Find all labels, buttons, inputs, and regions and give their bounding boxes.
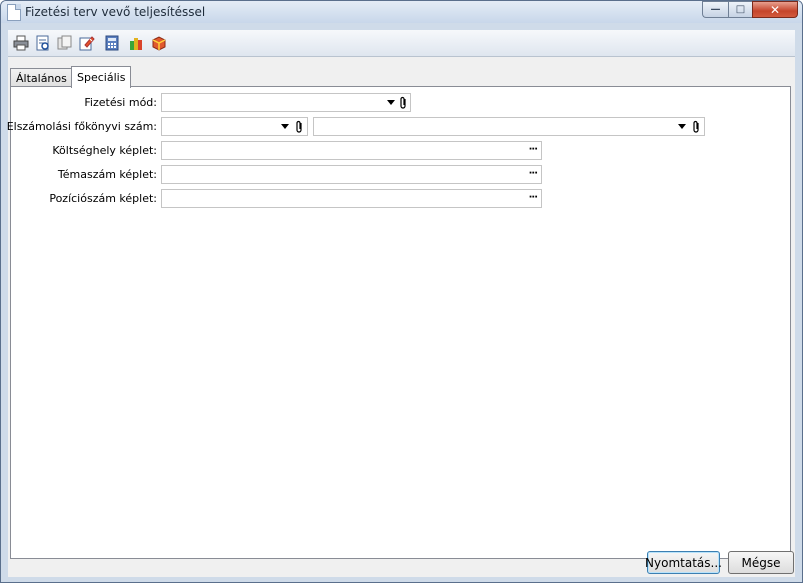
pozicioszam-input[interactable]: ··· — [161, 189, 542, 208]
calculator-icon[interactable] — [104, 35, 120, 51]
fokonyvi-szam-combobox[interactable] — [161, 117, 308, 136]
print-button[interactable]: Nyomtatás... — [645, 551, 722, 574]
stack-icon[interactable] — [128, 35, 144, 51]
chevron-down-icon[interactable] — [678, 124, 686, 129]
app-window: Fizetési terv vevő teljesítéssel — □ ✕ Á… — [0, 0, 803, 583]
printer-icon[interactable] — [13, 35, 29, 51]
close-button[interactable]: ✕ — [752, 1, 798, 18]
copy-icon[interactable] — [57, 35, 73, 51]
cancel-button[interactable]: Mégse — [728, 551, 794, 574]
edit-icon[interactable] — [79, 35, 95, 51]
window-title: Fizetési terv vevő teljesítéssel — [25, 5, 206, 19]
paperclip-icon[interactable] — [295, 120, 304, 134]
fizetesi-mod-label: Fizetési mód: — [84, 96, 157, 109]
temaszam-input[interactable]: ··· — [161, 165, 542, 184]
paperclip-icon[interactable] — [692, 120, 701, 134]
fizetesi-mod-combobox[interactable] — [161, 93, 411, 112]
client-area: Általános Speciális Fizetési mód: Elszám… — [6, 30, 795, 577]
tab-altalanos[interactable]: Általános — [10, 68, 72, 87]
koltseghely-label: Költséghely képlet: — [52, 144, 157, 157]
fokonyvi-szam-label: Elszámolási főkönyvi szám: — [6, 120, 157, 133]
toolbar — [8, 30, 795, 57]
temaszam-label: Témaszám képlet: — [57, 168, 157, 181]
chevron-down-icon[interactable] — [387, 100, 395, 105]
title-bar[interactable]: Fizetési terv vevő teljesítéssel — □ ✕ — [1, 1, 802, 23]
pozicioszam-label: Pozíciószám képlet: — [49, 192, 157, 205]
tab-panel-specialis: Fizetési mód: Elszámolási főkönyvi szám:… — [6, 86, 791, 559]
ellipsis-button[interactable]: ··· — [529, 144, 538, 155]
document-icon — [7, 4, 21, 21]
package-icon[interactable] — [151, 35, 167, 51]
print-preview-icon[interactable] — [35, 35, 51, 51]
chevron-down-icon[interactable] — [281, 124, 289, 129]
ellipsis-button[interactable]: ··· — [529, 168, 538, 179]
minimize-button[interactable]: — — [702, 1, 728, 18]
koltseghely-input[interactable]: ··· — [161, 141, 542, 160]
ellipsis-button[interactable]: ··· — [529, 192, 538, 203]
tab-specialis[interactable]: Speciális — [71, 66, 131, 88]
paperclip-icon[interactable] — [399, 96, 408, 110]
fokonyvi-szam-name-combobox[interactable] — [313, 117, 705, 136]
maximize-button[interactable]: □ — [728, 1, 752, 18]
